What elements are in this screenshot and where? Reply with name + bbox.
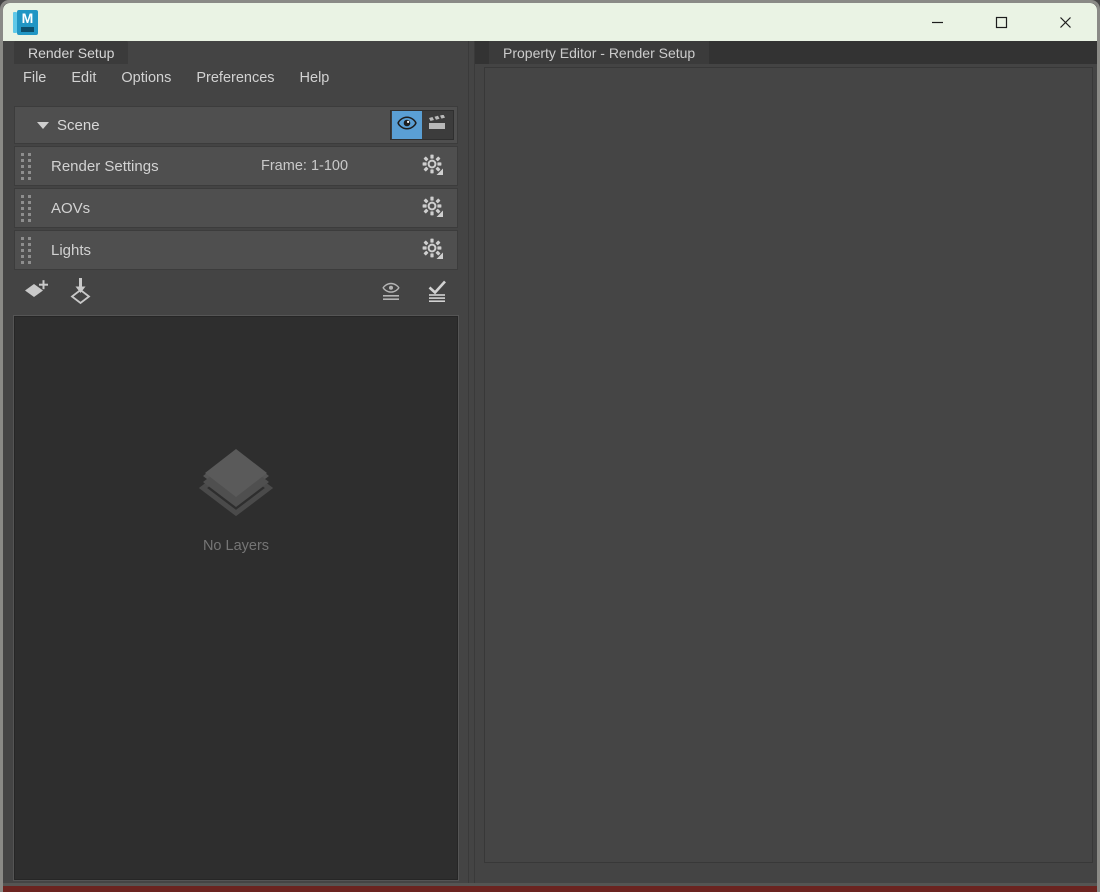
- gear-icon: [421, 237, 443, 264]
- tab-render-setup[interactable]: Render Setup: [14, 41, 129, 64]
- menu-help[interactable]: Help: [298, 68, 332, 88]
- lights-gear-button[interactable]: [419, 237, 445, 263]
- drag-handle-icon[interactable]: [21, 152, 31, 180]
- collection-name: Render Settings: [51, 157, 159, 175]
- window-body: Render Setup File Edit Options Preferenc…: [3, 41, 1097, 889]
- menu-preferences[interactable]: Preferences: [194, 68, 276, 88]
- drag-handle-icon[interactable]: [21, 194, 31, 222]
- aovs-gear-button[interactable]: [419, 195, 445, 221]
- property-editor-content[interactable]: [484, 67, 1093, 863]
- import-layer-button[interactable]: [66, 277, 96, 310]
- scene-icon-group: [390, 110, 454, 140]
- filter-visible-layers-button[interactable]: [376, 278, 406, 308]
- app-icon-letter: M: [21, 9, 34, 26]
- collection-row-lights[interactable]: Lights: [14, 230, 458, 270]
- collection-row-aovs[interactable]: AOVs: [14, 188, 458, 228]
- eye-icon: [397, 115, 417, 135]
- collection-name: AOVs: [51, 199, 91, 217]
- maya-logo-icon: M: [13, 9, 38, 35]
- collection-frame-range: Frame: 1-100: [261, 158, 349, 174]
- maya-render-setup-window: M Render Setup File Edit Options Prefere…: [0, 0, 1100, 892]
- collection-name: Lights: [51, 241, 92, 259]
- empty-state-label: No Layers: [202, 537, 270, 554]
- filter-enabled-layers-button[interactable]: [422, 278, 452, 308]
- render-setup-content: Scene Render Settings Frame: 1-100 AOVs …: [13, 106, 459, 881]
- scene-row[interactable]: Scene: [14, 106, 458, 144]
- scene-visibility-toggle[interactable]: [392, 111, 422, 139]
- clapperboard-icon: [427, 114, 447, 136]
- scene-label: Scene: [57, 116, 100, 134]
- layer-list[interactable]: No Layers: [13, 315, 459, 881]
- layers-stack-icon: [197, 443, 275, 526]
- minimize-button[interactable]: [905, 3, 969, 41]
- render-setup-panel: Render Setup File Edit Options Preferenc…: [3, 41, 468, 889]
- left-tabstrip: Render Setup: [3, 41, 468, 64]
- gear-icon: [421, 153, 443, 180]
- maximize-button[interactable]: [969, 3, 1033, 41]
- import-layer-icon: [67, 277, 95, 310]
- visible-layers-filter-icon: [379, 279, 403, 308]
- title-bar: M: [3, 3, 1097, 41]
- window-controls: [905, 3, 1097, 41]
- menu-options[interactable]: Options: [119, 68, 173, 88]
- layer-toolbar: [14, 270, 458, 316]
- menu-edit[interactable]: Edit: [69, 68, 98, 88]
- gear-icon: [421, 195, 443, 222]
- create-layer-button[interactable]: [22, 278, 52, 308]
- create-layer-icon: [23, 278, 51, 309]
- chevron-down-icon[interactable]: [37, 121, 49, 129]
- empty-state: No Layers: [197, 443, 275, 554]
- collection-row-render-settings[interactable]: Render Settings Frame: 1-100: [14, 146, 458, 186]
- background-strip-lower: [0, 886, 1100, 892]
- panel-splitter[interactable]: [468, 41, 475, 889]
- right-tabstrip: Property Editor - Render Setup: [475, 41, 1097, 64]
- property-editor-panel: Property Editor - Render Setup: [475, 41, 1097, 889]
- enabled-layers-filter-icon: [425, 279, 449, 308]
- render-settings-gear-button[interactable]: [419, 153, 445, 179]
- menu-file[interactable]: File: [21, 68, 48, 88]
- close-button[interactable]: [1033, 3, 1097, 41]
- menu-bar: File Edit Options Preferences Help: [3, 64, 468, 92]
- scene-renderable-toggle[interactable]: [422, 111, 452, 139]
- drag-handle-icon[interactable]: [21, 236, 31, 264]
- tab-property-editor[interactable]: Property Editor - Render Setup: [489, 41, 710, 64]
